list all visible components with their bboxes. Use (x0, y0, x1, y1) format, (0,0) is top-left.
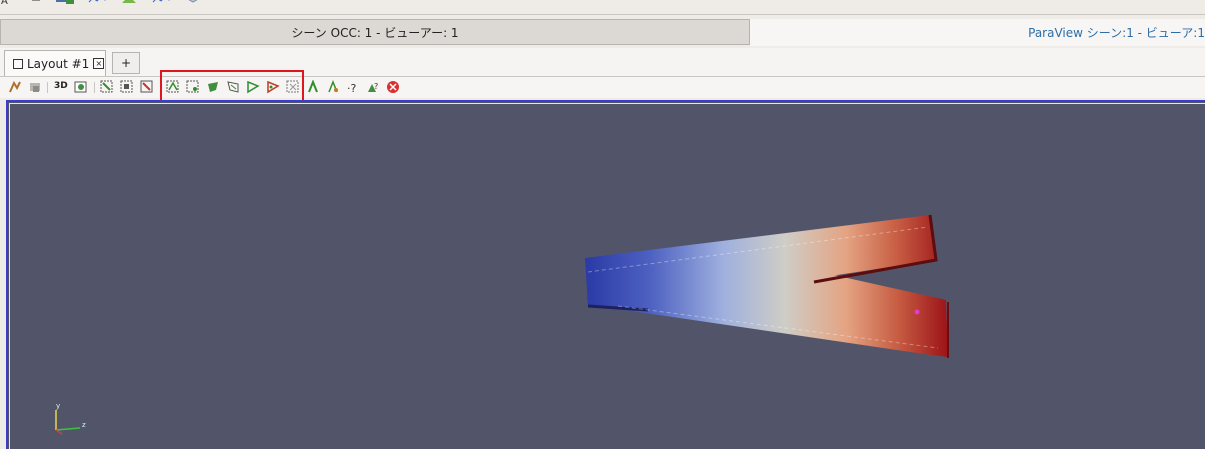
reset-camera-icon[interactable] (8, 80, 22, 94)
svg-text:y: y (56, 402, 60, 410)
select-points-on-icon[interactable] (120, 80, 134, 94)
select-block-dashed-icon[interactable] (286, 80, 300, 94)
v-shaped-beam-model (585, 214, 949, 358)
add-layout-button[interactable]: + (112, 52, 140, 74)
hover-points-icon[interactable] (306, 80, 320, 94)
capture-icon[interactable] (74, 80, 88, 94)
svg-text:?: ? (374, 82, 378, 91)
hover-cells-icon[interactable] (326, 80, 340, 94)
interactive-select-cells-icon[interactable] (246, 80, 260, 94)
toolbar-icon-partial-1[interactable]: A (0, 0, 12, 7)
svg-text:z: z (82, 421, 86, 429)
picked-point-marker (914, 309, 920, 315)
scene-tab-occ[interactable]: シーン OCC: 1 - ビューアー: 1 (0, 19, 750, 45)
layout-tab-label: Layout #1 (27, 56, 90, 71)
toolbar-separator (94, 82, 95, 93)
toggle-3d-button[interactable]: 3D (54, 81, 68, 91)
interactive-select-points-icon[interactable] (266, 80, 280, 94)
scene-tab-paraview-label: ParaView シーン:1 - ビューア:1 (1028, 26, 1205, 40)
select-points-polygon-icon[interactable] (206, 80, 220, 94)
grow-selection-icon[interactable]: ·? (346, 80, 360, 94)
toolbar-icon-partial-3[interactable] (54, 0, 78, 6)
undo-camera-icon[interactable] (28, 80, 42, 94)
scene-tab-occ-label: シーン OCC: 1 - ビューアー: 1 (291, 25, 459, 40)
toolbar-icon-partial-7[interactable] (182, 0, 204, 6)
select-block-icon[interactable] (226, 80, 240, 94)
shrink-selection-icon[interactable]: ? (366, 80, 380, 94)
toolbar-icon-partial-4[interactable] (88, 0, 110, 6)
toolbar-icon-partial-5[interactable] (120, 0, 138, 6)
orientation-axes-icon: z y (55, 402, 86, 435)
render-canvas[interactable]: z y (8, 102, 1205, 449)
view-toolbar: 3D ·? ? (0, 77, 1205, 98)
toolbar-icon-partial-6[interactable] (152, 0, 174, 6)
svg-text:·?: ·? (347, 82, 356, 94)
layout-tab-bar: Layout #1 × + (0, 48, 1205, 77)
close-layout-icon[interactable]: × (93, 58, 105, 69)
select-points-frustum-icon[interactable] (166, 80, 180, 94)
select-cells-polygon-icon[interactable] (186, 80, 200, 94)
svg-text:A: A (1, 0, 8, 6)
scene-tab-bar: シーン OCC: 1 - ビューアー: 1 ParaView シーン:1 - ビ… (0, 19, 1205, 46)
select-cells-frustum-icon[interactable] (140, 80, 154, 94)
scene-tab-paraview[interactable]: ParaView シーン:1 - ビューア:1 (750, 19, 1205, 46)
layout-tab[interactable]: Layout #1 × (4, 50, 106, 76)
clear-selection-icon[interactable] (386, 80, 400, 94)
toolbar-icon-partial-2[interactable] (30, 0, 42, 6)
render-view-3d[interactable]: z y (6, 100, 1205, 449)
main-toolbar-strip: A (0, 0, 1205, 15)
layout-frame-icon (13, 58, 23, 69)
toolbar-separator (47, 82, 48, 93)
select-cells-on-icon[interactable] (100, 80, 114, 94)
